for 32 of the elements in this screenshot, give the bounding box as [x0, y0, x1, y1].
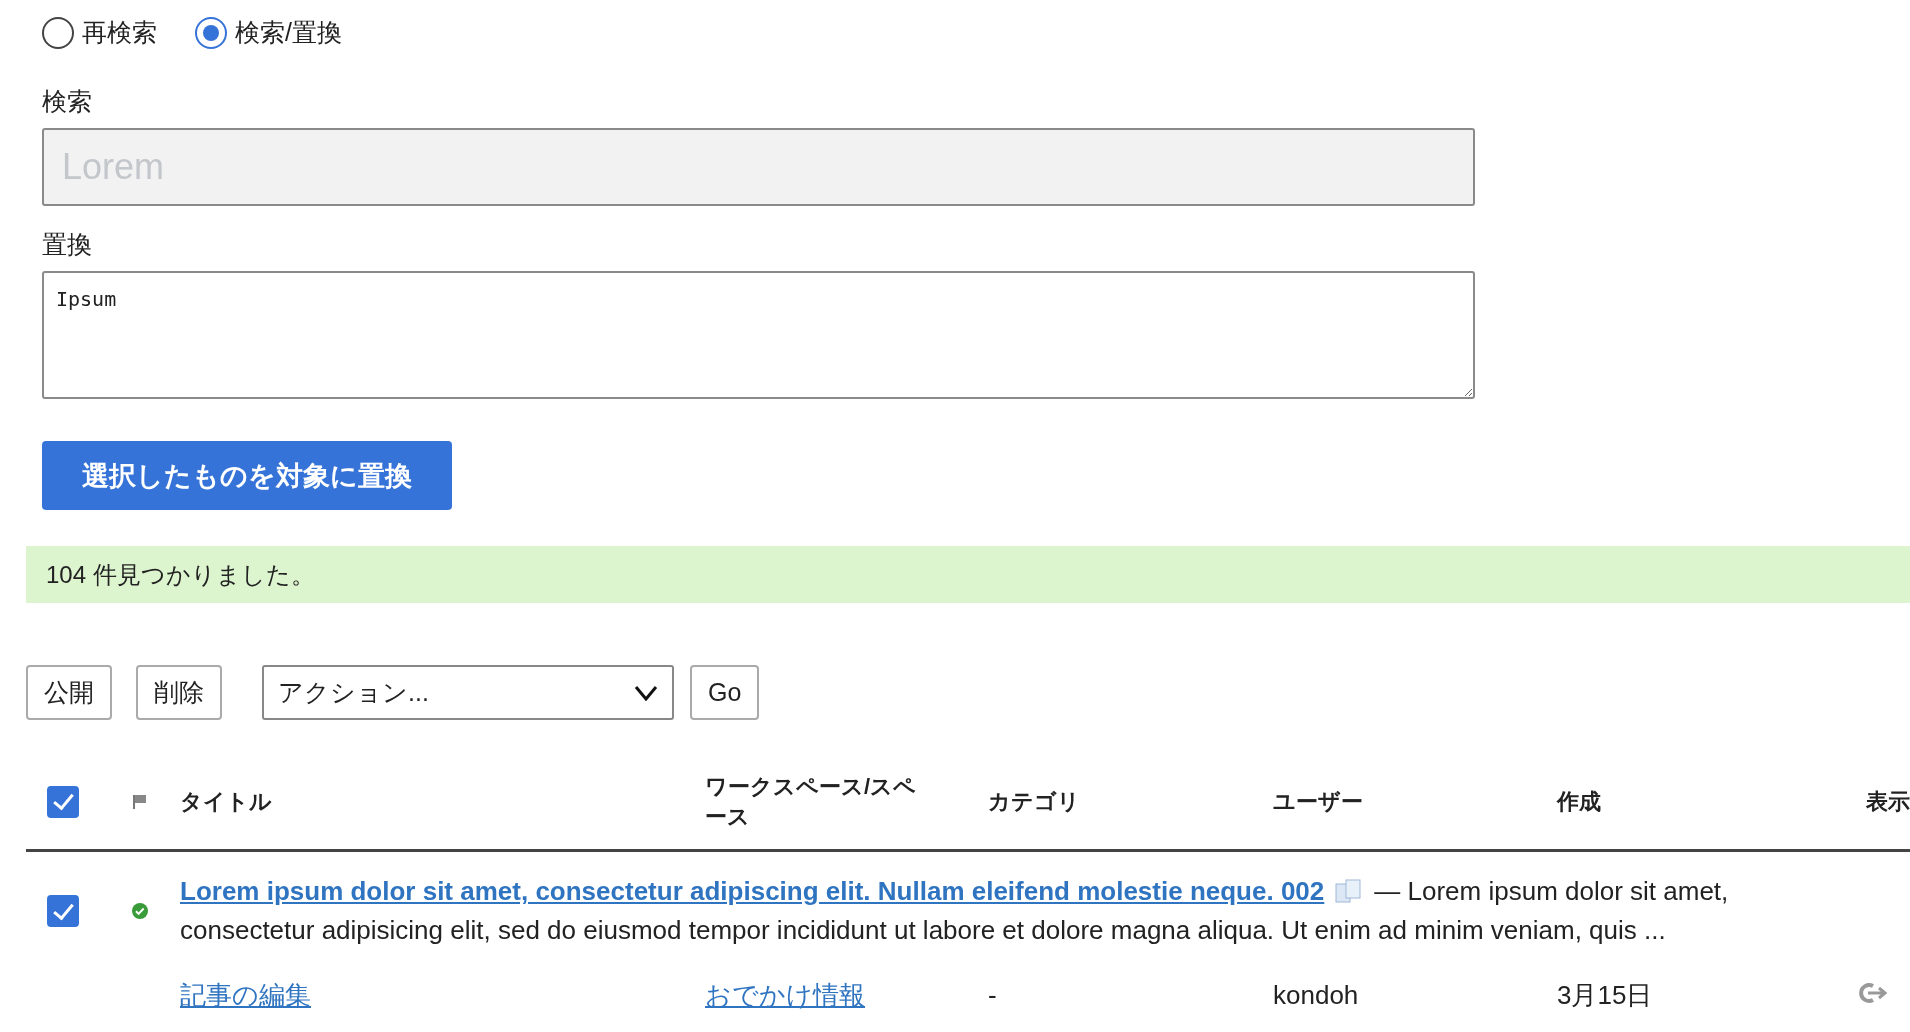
radio-option[interactable]: 再検索: [42, 16, 157, 49]
chevron-down-icon: [634, 684, 658, 701]
replace-button[interactable]: 選択したものを対象に置換: [42, 441, 452, 510]
radio-option[interactable]: 検索/置換: [195, 16, 342, 49]
table-cell: kondoh: [1273, 980, 1359, 1010]
toolbar-button[interactable]: 削除: [136, 665, 222, 720]
column-header[interactable]: カテゴリ: [988, 786, 1080, 817]
article-excerpt: — Lorem ipsum dolor sit amet,: [1374, 875, 1729, 908]
field-label: 置換: [42, 229, 92, 260]
go-button[interactable]: Go: [690, 665, 760, 720]
column-header[interactable]: 表示: [1866, 786, 1910, 817]
replace-field[interactable]: Ipsum: [42, 271, 1475, 399]
column-header[interactable]: ワークスペース/スペース: [705, 771, 925, 832]
article-excerpt: consectetur adipisicing elit, sed do eiusmod tempor incididunt ut labore et dolore magna aliqua. Ut enim ad minim veniam, quis ...: [180, 914, 1667, 947]
result-message: 104 件見つかりました。: [46, 559, 315, 590]
table-cell: 3月15日: [1557, 980, 1653, 1010]
toolbar-button[interactable]: 公開: [26, 665, 112, 720]
field-label: 検索: [42, 86, 92, 117]
checkbox[interactable]: [47, 895, 79, 927]
radio-button[interactable]: [195, 16, 227, 49]
action-select[interactable]: アクション...: [262, 665, 674, 720]
table-cell: -: [988, 980, 997, 1010]
article-title-link[interactable]: Lorem ipsum dolor sit amet, consectetur adipiscing elit. Nullam eleifend molestie neque. 002: [180, 872, 1325, 911]
column-header[interactable]: 作成: [1557, 786, 1601, 817]
edit-link[interactable]: 記事の編集: [180, 980, 311, 1010]
radio-button[interactable]: [42, 16, 74, 49]
checkbox[interactable]: [47, 785, 79, 818]
workspace-link[interactable]: おでかけ情報: [705, 980, 865, 1010]
flag-icon: [133, 793, 147, 810]
view-icon[interactable]: [1856, 982, 1888, 1004]
column-header[interactable]: ユーザー: [1273, 786, 1363, 817]
column-header[interactable]: タイトル: [180, 786, 272, 817]
